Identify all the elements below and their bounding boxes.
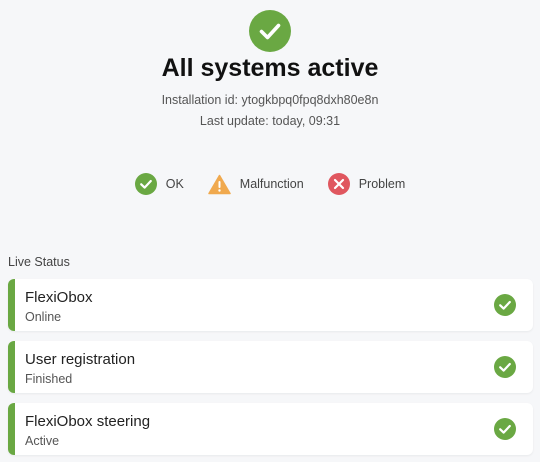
legend-item-problem: Problem (327, 173, 406, 195)
card-title: FlexiObox (25, 289, 93, 306)
warning-triangle-icon (208, 174, 231, 194)
live-status-heading: Live Status (8, 255, 70, 269)
status-indicator-bar (8, 279, 15, 331)
card-title: FlexiObox steering (25, 413, 151, 430)
check-circle-icon (249, 10, 291, 52)
card-status: Online (25, 310, 62, 324)
status-indicator-bar (8, 403, 15, 455)
card-status: Finished (25, 372, 73, 386)
check-circle-icon (494, 356, 516, 378)
status-legend: OK Malfunction Problem (0, 173, 540, 195)
legend-item-malfunction: Malfunction (208, 174, 304, 195)
legend-item-ok: OK (134, 173, 184, 195)
status-card-flexiobox[interactable]: FlexiObox Online (8, 279, 533, 331)
status-card-flexiobox-steering[interactable]: FlexiObox steering Active (8, 403, 533, 455)
status-card-user-registration[interactable]: User registration Finished (8, 341, 533, 393)
card-title: User registration (25, 351, 136, 368)
check-circle-icon (494, 294, 516, 316)
installation-id: Installation id: ytogkbpq0fpq8dxh80e8n (161, 93, 379, 107)
page-title: All systems active (161, 54, 379, 82)
legend-label: Malfunction (239, 177, 304, 191)
legend-label: Problem (358, 177, 406, 191)
card-status: Active (25, 434, 60, 448)
check-circle-icon (134, 173, 157, 195)
check-circle-icon (494, 418, 516, 440)
last-update: Last update: today, 09:31 (199, 114, 341, 128)
legend-label: OK (165, 177, 184, 191)
x-circle-icon (327, 173, 350, 195)
status-indicator-bar (8, 341, 15, 393)
